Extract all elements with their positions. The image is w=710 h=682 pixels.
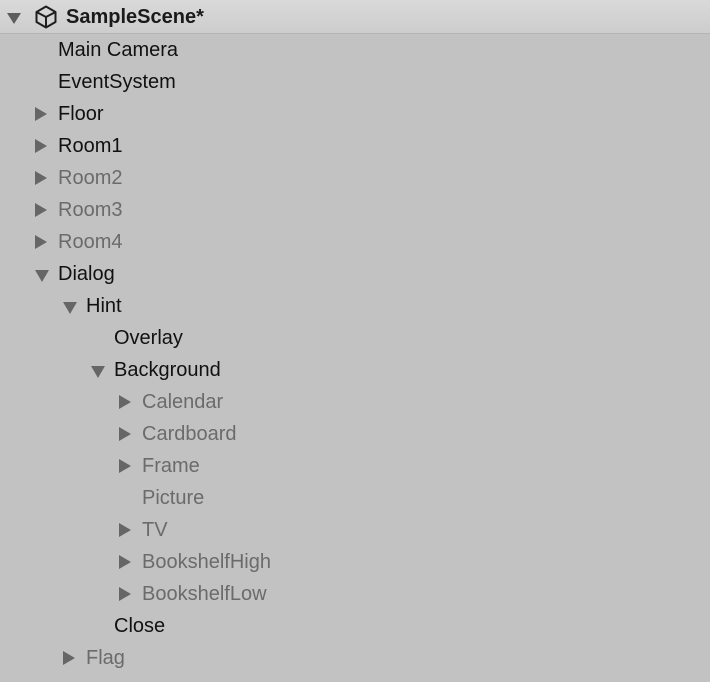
- scene-expand-arrow-icon[interactable]: [7, 13, 21, 24]
- expand-arrow-right-icon[interactable]: [35, 171, 47, 185]
- expand-arrow-down-icon[interactable]: [35, 270, 49, 282]
- hierarchy-item-label: TV: [142, 519, 168, 541]
- hierarchy-item[interactable]: Close: [0, 610, 710, 642]
- hierarchy-item[interactable]: TV: [0, 514, 710, 546]
- hierarchy-item-label: Frame: [142, 455, 200, 477]
- expand-arrow-right-icon[interactable]: [119, 587, 131, 601]
- hierarchy-item[interactable]: Main Camera: [0, 34, 710, 66]
- hierarchy-item[interactable]: Frame: [0, 450, 710, 482]
- hierarchy-item-label: Dialog: [58, 263, 115, 285]
- scene-title: SampleScene*: [66, 6, 204, 28]
- hierarchy-item-label: Picture: [142, 487, 205, 509]
- hierarchy-item-label: Main Camera: [58, 39, 179, 61]
- hierarchy-item[interactable]: BookshelfLow: [0, 578, 710, 610]
- hierarchy-item[interactable]: Calendar: [0, 386, 710, 418]
- hierarchy-item[interactable]: Overlay: [0, 322, 710, 354]
- hierarchy-item[interactable]: Flag: [0, 642, 710, 674]
- expand-arrow-right-icon[interactable]: [119, 523, 131, 537]
- hierarchy-item-label: Overlay: [114, 327, 183, 349]
- hierarchy-item[interactable]: EventSystem: [0, 66, 710, 98]
- hierarchy-item[interactable]: BookshelfHigh: [0, 546, 710, 578]
- hierarchy-panel: SampleScene* Main Camera EventSystem Floor…: [0, 0, 710, 682]
- hierarchy-item-label: Room4: [58, 231, 123, 253]
- hierarchy-item-label: BookshelfLow: [142, 583, 267, 605]
- expand-arrow-right-icon[interactable]: [63, 651, 75, 665]
- hierarchy-item-label: EventSystem: [58, 71, 176, 93]
- hierarchy-item-label: Close: [114, 615, 166, 637]
- expand-arrow-right-icon[interactable]: [119, 395, 131, 409]
- unity-logo-icon: [35, 5, 57, 29]
- hierarchy-item-label: Floor: [58, 103, 104, 125]
- hierarchy-item-label: Room1: [58, 135, 123, 157]
- expand-arrow-right-icon[interactable]: [35, 107, 47, 121]
- hierarchy-item[interactable]: Hint: [0, 290, 710, 322]
- expand-arrow-right-icon[interactable]: [119, 427, 131, 441]
- hierarchy-item-label: Background: [114, 359, 221, 381]
- hierarchy-item[interactable]: Dialog: [0, 258, 710, 290]
- scene-header-row[interactable]: SampleScene*: [0, 0, 710, 34]
- hierarchy-item-label: Calendar: [142, 391, 224, 413]
- hierarchy-item[interactable]: Room2: [0, 162, 710, 194]
- hierarchy-item[interactable]: Room4: [0, 226, 710, 258]
- hierarchy-item-label: Cardboard: [142, 423, 237, 445]
- hierarchy-item[interactable]: Room3: [0, 194, 710, 226]
- hierarchy-item-label: Room3: [58, 199, 123, 221]
- expand-arrow-right-icon[interactable]: [35, 203, 47, 217]
- expand-arrow-right-icon[interactable]: [35, 235, 47, 249]
- hierarchy-item-label: Room2: [58, 167, 123, 189]
- hierarchy-item-label: Flag: [86, 647, 125, 669]
- expand-arrow-right-icon[interactable]: [35, 139, 47, 153]
- hierarchy-item[interactable]: Background: [0, 354, 710, 386]
- hierarchy-item[interactable]: Cardboard: [0, 418, 710, 450]
- hierarchy-item-label: Hint: [86, 295, 122, 317]
- expand-arrow-down-icon[interactable]: [63, 302, 77, 314]
- hierarchy-item-label: BookshelfHigh: [142, 551, 271, 573]
- expand-arrow-down-icon[interactable]: [91, 366, 105, 378]
- hierarchy-item[interactable]: Room1: [0, 130, 710, 162]
- expand-arrow-right-icon[interactable]: [119, 555, 131, 569]
- hierarchy-item[interactable]: Floor: [0, 98, 710, 130]
- hierarchy-item[interactable]: Picture: [0, 482, 710, 514]
- expand-arrow-right-icon[interactable]: [119, 459, 131, 473]
